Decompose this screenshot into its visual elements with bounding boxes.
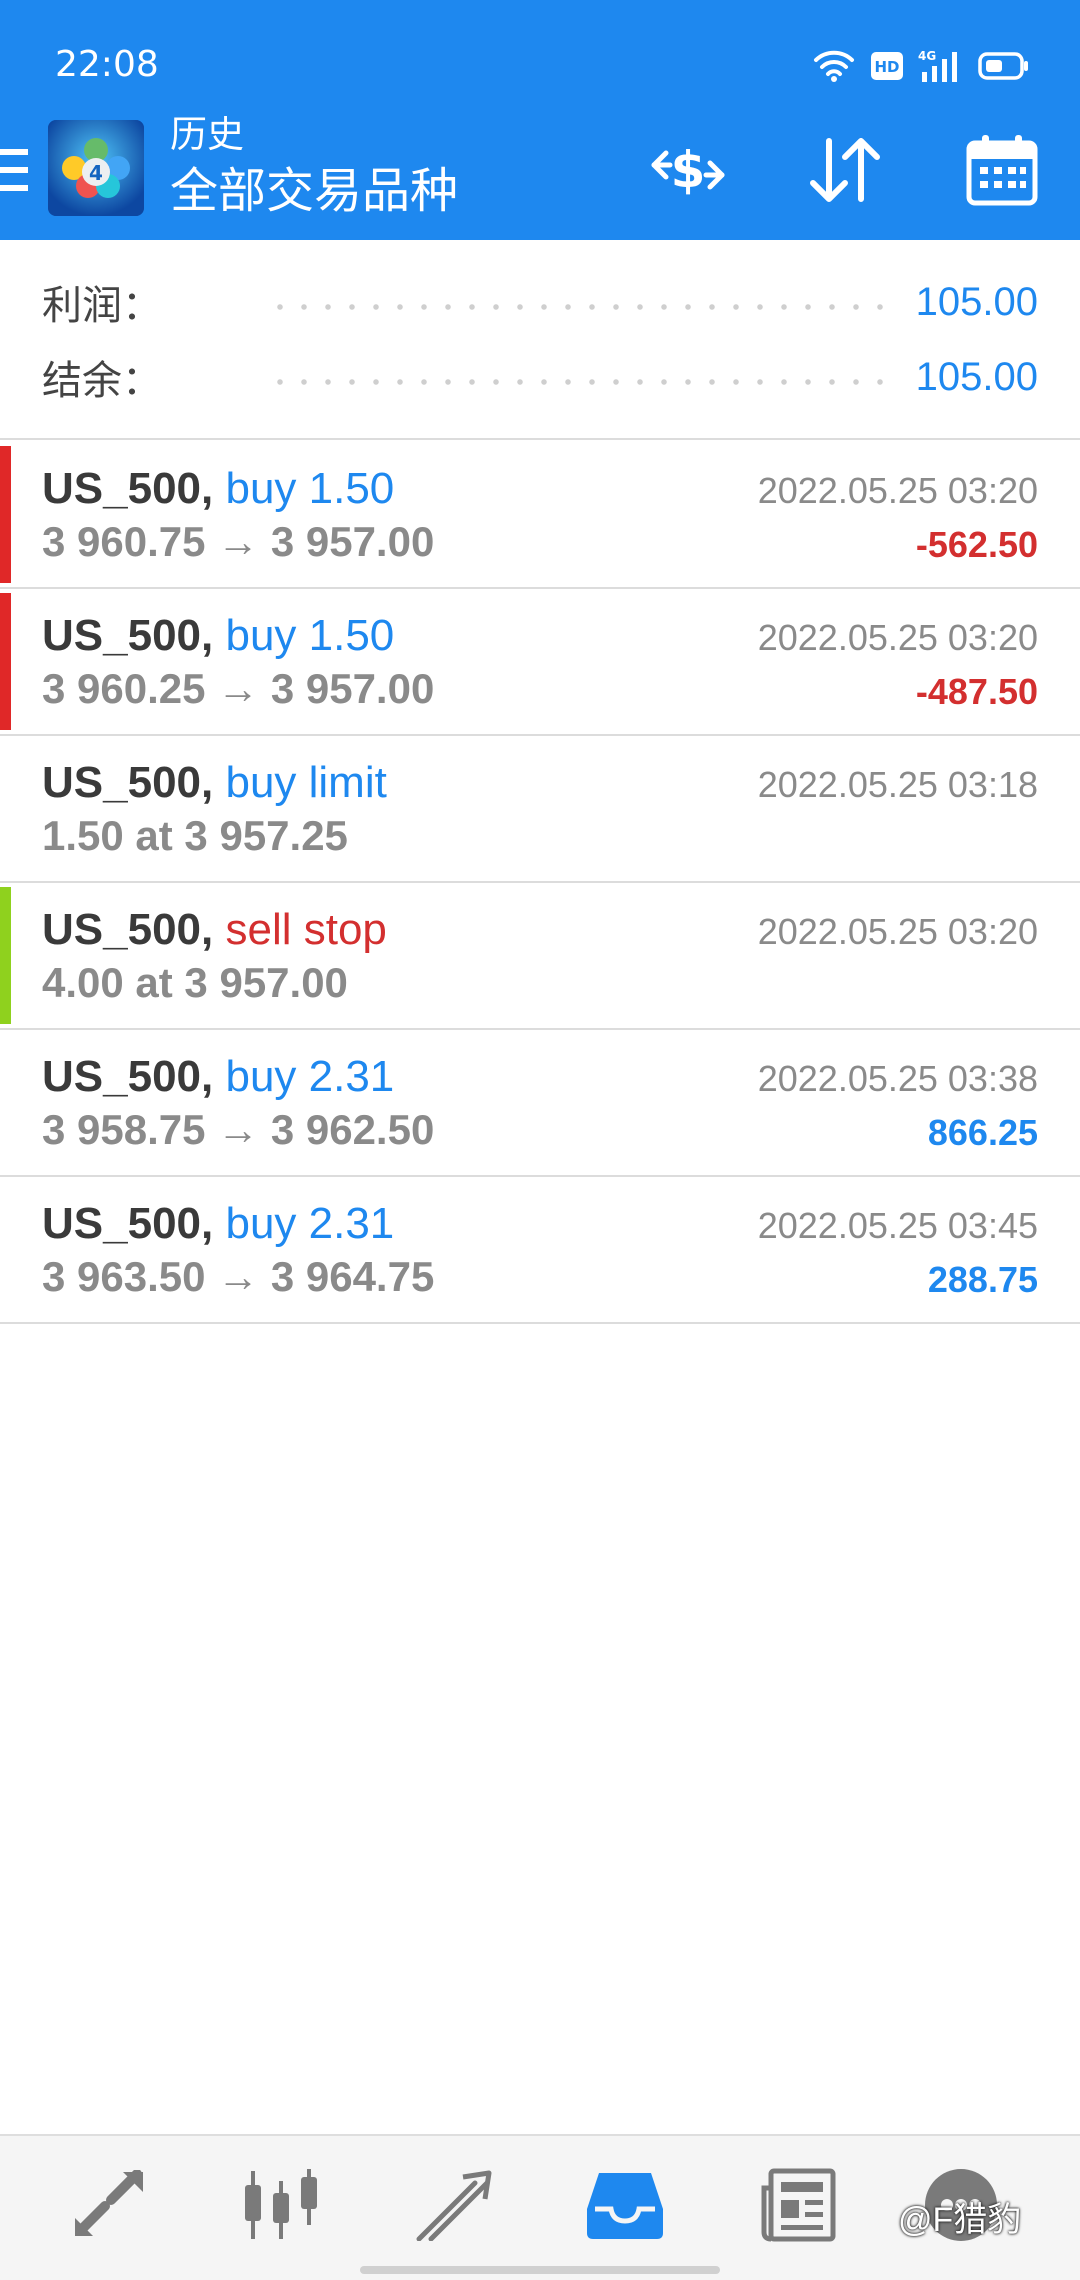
trade-status-bar [0, 740, 11, 877]
trade-status-bar [0, 446, 11, 583]
balance-value: 105.00 [915, 354, 1038, 399]
trade-row[interactable]: US_500, buy 2.31 3 963.50 → 3 964.75 2022.… [0, 1177, 1080, 1324]
trade-row[interactable]: US_500, buy 2.31 3 958.75 → 3 962.50 2022.… [0, 1030, 1080, 1177]
title-block: 历史 全部交易品种 [170, 112, 458, 224]
quotes-icon[interactable] [64, 2162, 154, 2248]
menu-icon[interactable] [0, 147, 30, 193]
trade-title: US_500, buy limit [42, 758, 387, 808]
trade-type: sell stop [225, 905, 387, 954]
trade-row[interactable]: US_500, buy 1.50 3 960.75 → 3 957.00 2022.… [0, 442, 1080, 589]
trade-prices: 1.50 at 3 957.25 [42, 812, 348, 859]
trade-time: 2022.05.25 03:18 [757, 764, 1038, 805]
trade-type: buy limit [225, 758, 387, 807]
trade-prices: 3 963.50 → 3 964.75 [42, 1253, 435, 1300]
trade-type: buy 2.31 [225, 1199, 395, 1248]
trade-prices: 3 960.75 → 3 957.00 [42, 518, 435, 565]
trade-time: 2022.05.25 03:20 [757, 911, 1038, 952]
trade-row[interactable]: US_500, sell stop 4.00 at 3 957.00 2022.05… [0, 883, 1080, 1030]
trade-time: 2022.05.25 03:20 [757, 470, 1038, 511]
trade-time: 2022.05.25 03:38 [757, 1058, 1038, 1099]
trade-title: US_500, sell stop [42, 905, 387, 955]
trade-list: US_500, buy 1.50 3 960.75 → 3 957.00 2022.… [0, 442, 1080, 1324]
trade-prices: 4.00 at 3 957.00 [42, 959, 348, 1006]
trade-status-bar [0, 1181, 11, 1318]
wifi-icon [812, 48, 856, 84]
hd-icon: HD [870, 51, 904, 81]
status-bar: 22:08 HD 4G [0, 0, 1080, 120]
status-icons: HD 4G [812, 44, 1030, 88]
chart-icon[interactable] [236, 2162, 326, 2248]
trade-icon[interactable] [408, 2162, 498, 2248]
balance-row: 结余： 105.00 [42, 347, 1038, 407]
watermark: @F猎豹 [898, 2201, 1022, 2239]
trade-row[interactable]: US_500, buy 1.50 3 960.25 → 3 957.00 2022.… [0, 589, 1080, 736]
trade-title: US_500, buy 1.50 [42, 611, 394, 661]
summary-panel: 利润： 105.00 结余： 105.00 [0, 240, 1080, 440]
history-icon[interactable] [580, 2162, 670, 2248]
4g-signal-icon: 4G [918, 48, 964, 84]
trade-title: US_500, buy 2.31 [42, 1052, 394, 1102]
profit-row: 利润： 105.00 [42, 272, 1038, 332]
svg-text:$: $ [671, 141, 706, 199]
trade-symbol: US_500, [42, 464, 214, 513]
svg-text:4: 4 [89, 161, 103, 185]
trade-profit: -562.50 [915, 524, 1038, 565]
calendar-icon[interactable] [960, 128, 1044, 212]
sort-icon[interactable] [803, 128, 887, 212]
trade-prices: 3 958.75 → 3 962.50 [42, 1106, 435, 1153]
trade-symbol: US_500, [42, 611, 214, 660]
trade-profit: 288.75 [927, 1259, 1038, 1300]
trade-status-bar [0, 1034, 11, 1171]
dotted-leader [268, 303, 890, 311]
breadcrumb: 历史 [170, 114, 244, 155]
trade-profit: -487.50 [915, 671, 1038, 712]
trade-type: buy 1.50 [225, 611, 395, 660]
balance-label: 结余： [42, 359, 162, 403]
trade-time: 2022.05.25 03:45 [757, 1205, 1038, 1246]
trade-profit: 866.25 [927, 1112, 1038, 1153]
battery-icon [978, 51, 1030, 81]
app-logo: 4 [48, 120, 144, 216]
trade-status-bar [0, 593, 11, 730]
trade-status-bar [0, 887, 11, 1024]
trade-symbol: US_500, [42, 1052, 214, 1101]
status-time: 22:08 [55, 44, 159, 85]
trade-symbol: US_500, [42, 758, 214, 807]
trade-type: buy 1.50 [225, 464, 395, 513]
news-icon[interactable] [754, 2162, 844, 2248]
trade-time: 2022.05.25 03:20 [757, 617, 1038, 658]
trade-row[interactable]: US_500, buy limit 1.50 at 3 957.25 2022.05… [0, 736, 1080, 883]
trade-prices: 3 960.25 → 3 957.00 [42, 665, 435, 712]
currency-exchange-icon[interactable]: $ [646, 128, 730, 212]
home-indicator[interactable] [360, 2266, 720, 2274]
profit-value: 105.00 [915, 279, 1038, 324]
page-title[interactable]: 全部交易品种 [170, 160, 458, 224]
trade-title: US_500, buy 2.31 [42, 1199, 394, 1249]
profit-label: 利润： [42, 284, 162, 328]
svg-text:4G: 4G [918, 49, 936, 63]
trade-type: buy 2.31 [225, 1052, 395, 1101]
svg-text:HD: HD [874, 58, 899, 76]
app-bar: 22:08 HD 4G 4 历史 全部交易品种 $ [0, 0, 1080, 240]
dotted-leader [268, 378, 890, 386]
trade-symbol: US_500, [42, 1199, 214, 1248]
trade-symbol: US_500, [42, 905, 214, 954]
trade-title: US_500, buy 1.50 [42, 464, 394, 514]
